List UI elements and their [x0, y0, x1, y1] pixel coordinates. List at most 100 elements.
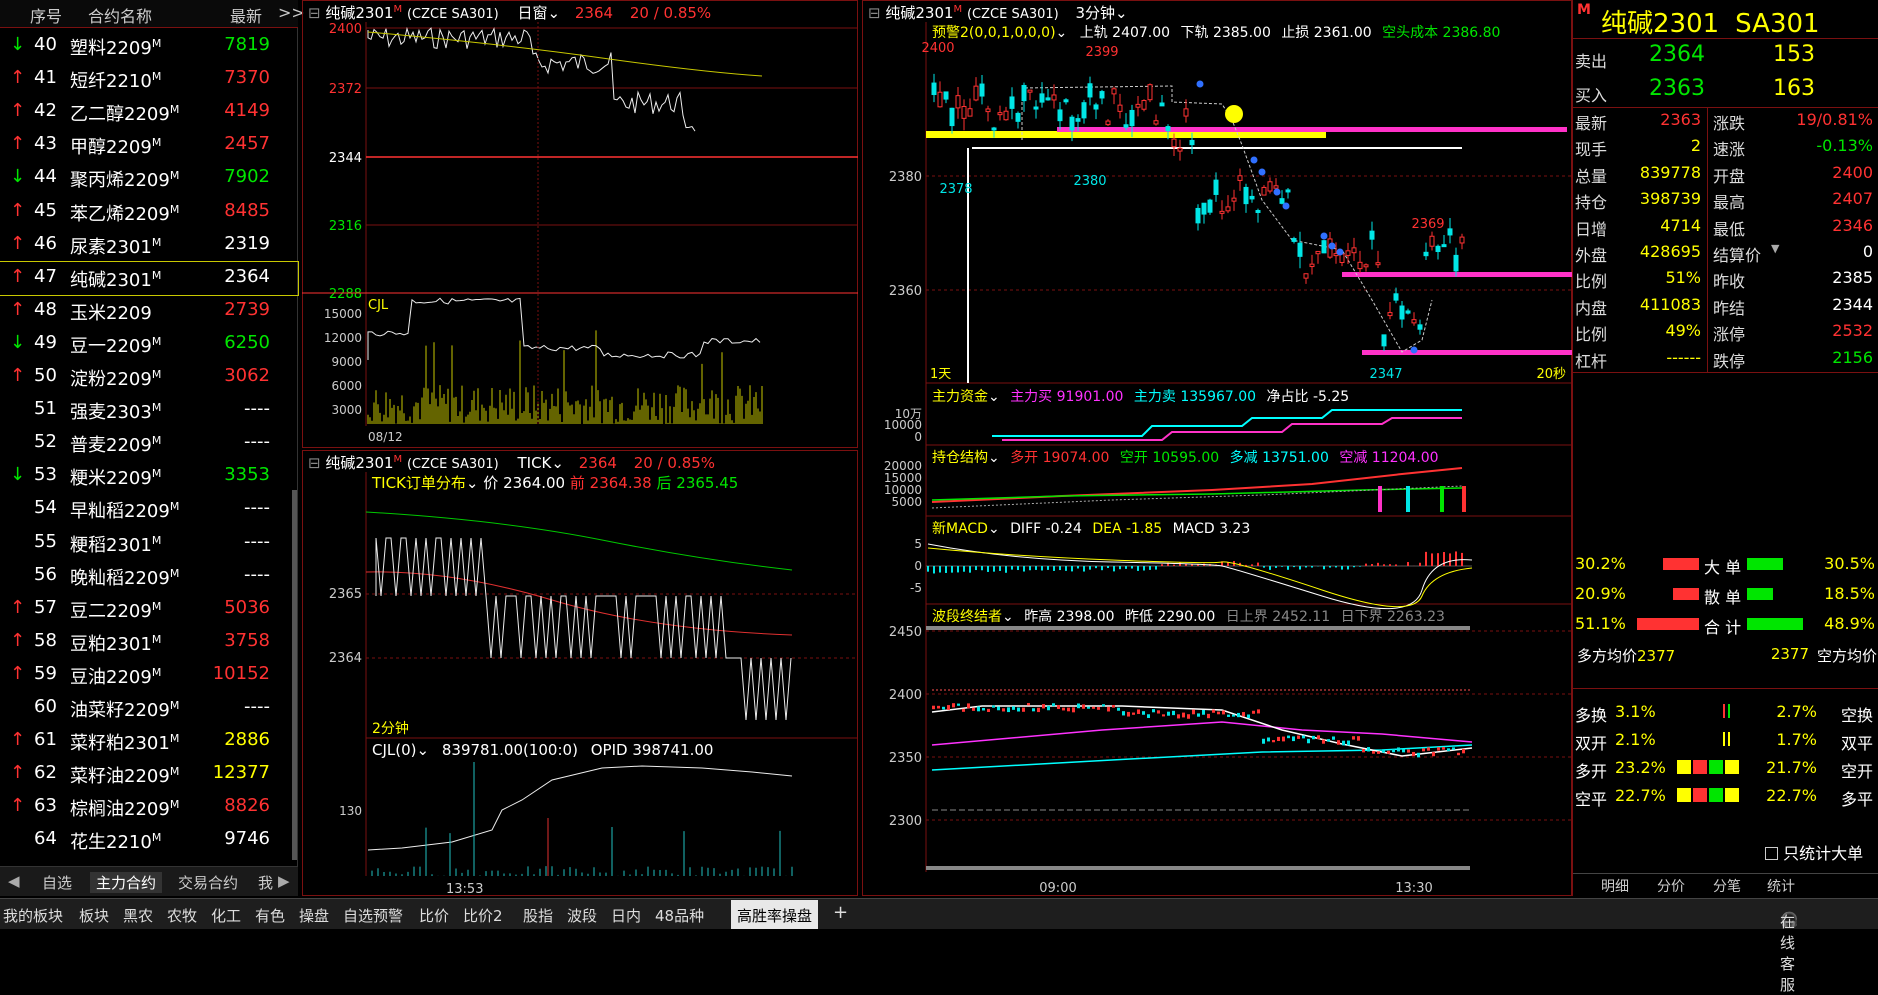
bottom-tab[interactable]: 我的板块 [3, 905, 63, 926]
wave-candle [1332, 736, 1335, 740]
candle [1453, 254, 1459, 272]
list-item[interactable]: ↑ 46 尿素2301M 2319 [0, 229, 298, 262]
candle [1009, 96, 1015, 109]
bottom-tab[interactable]: 股指 [523, 905, 553, 926]
bottom-tab[interactable]: 波段 [567, 905, 597, 926]
candle [1015, 112, 1021, 122]
list-item[interactable]: ↑ 45 苯乙烯2209M 8485 [0, 196, 298, 229]
bottom-tab[interactable]: 有色 [255, 905, 285, 926]
stat-row: 多开 23.2% 21.7% 空开 [1575, 758, 1873, 781]
bottom-tab[interactable]: 操盘 [299, 905, 329, 926]
tab-favorites[interactable]: 自选 [42, 872, 72, 893]
list-item[interactable]: 60 油菜籽2209M ---- [0, 692, 298, 725]
tab-mine[interactable]: 我 [258, 872, 273, 893]
bottom-tab[interactable]: 日内 [611, 905, 641, 926]
candle [1423, 251, 1429, 257]
up-arrow-icon: ↑ [10, 133, 26, 155]
candle [1285, 189, 1291, 193]
fund-select[interactable]: 主力资金 [932, 389, 988, 405]
bottom-tab[interactable]: 农牧 [167, 905, 197, 926]
wave-candle [1032, 708, 1035, 712]
list-item[interactable]: ↑ 57 豆二2209M 5036 [0, 593, 298, 626]
list-item[interactable]: ↑ 41 短纤2210M 7370 [0, 63, 298, 96]
chevron-down-icon[interactable]: ▼ [1771, 242, 1779, 255]
col-no[interactable]: 序号 [30, 3, 62, 27]
candle [1255, 210, 1261, 214]
tab-next-icon[interactable]: ▶ [278, 872, 290, 890]
candle [1267, 181, 1273, 192]
tab-stats[interactable]: 统计 [1767, 876, 1795, 896]
position-select[interactable]: 持仓结构 [932, 450, 988, 466]
tab-main-contracts[interactable]: 主力合约 [90, 872, 163, 893]
list-item[interactable]: 64 花生2210M 9746 [0, 824, 298, 857]
bottom-tab[interactable]: 自选预警 [343, 905, 403, 926]
macd-select[interactable]: 新MACD [932, 521, 988, 537]
day-label: 1天 [930, 367, 951, 382]
wave-candle [1012, 706, 1015, 710]
list-item[interactable]: ↑ 58 豆粕2301M 3758 [0, 626, 298, 659]
bottom-tab[interactable]: 高胜率操盘 [731, 900, 819, 929]
bottom-tab[interactable]: 比价2 [463, 905, 503, 926]
list-item[interactable]: ↑ 50 淀粉2209M 3062 [0, 361, 298, 394]
wave-candle [982, 707, 985, 711]
bottom-tab[interactable]: 比价 [419, 905, 449, 926]
wave-candle [1187, 714, 1190, 719]
list-item[interactable]: ↓ 49 豆一2209M 6250 [0, 328, 298, 361]
wave-candle [972, 707, 975, 711]
candle [1075, 118, 1081, 122]
tab-prev-icon[interactable]: ◀ [8, 872, 20, 890]
expand-button[interactable]: >> [278, 3, 305, 22]
fund-header: 主力资金⌄ 主力买 91901.00 主力卖 135967.00 净占比 -5.… [932, 389, 1350, 405]
signal-dot [1336, 248, 1344, 256]
wave-candle [1057, 705, 1060, 709]
list-item[interactable]: 55 粳稻2301M ---- [0, 527, 298, 560]
cjl-select[interactable]: CJL(0) [372, 741, 417, 759]
list-item[interactable]: ↑ 61 菜籽粕2301M 2886 [0, 725, 298, 758]
list-scrollbar[interactable] [292, 490, 297, 860]
tab-detail[interactable]: 明细 [1601, 876, 1629, 896]
bottom-tab[interactable]: 48品种 [655, 905, 704, 926]
bottom-tab[interactable]: 化工 [211, 905, 241, 926]
bottom-tab[interactable]: 板块 [79, 905, 109, 926]
price-tick: 2344 [329, 151, 362, 166]
wave-select[interactable]: 波段终结者 [932, 609, 1002, 625]
wave-candle [1372, 750, 1375, 754]
candle [1153, 120, 1159, 125]
wave-candle [1437, 747, 1440, 751]
list-item[interactable]: 52 普麦2209M ---- [0, 427, 298, 460]
wave-tick: 2400 [889, 688, 922, 703]
bottom-tab[interactable]: 黑农 [123, 905, 153, 926]
wave-candle [1377, 751, 1380, 754]
quote-row: 比例 49% 涨停 2532 [1575, 321, 1873, 345]
list-item[interactable]: ↓ 53 粳米2209M 3353 [0, 460, 298, 493]
checkbox-icon[interactable] [1765, 847, 1778, 860]
quote-row: 现手 2 速涨 -0.13% [1575, 136, 1873, 160]
list-item[interactable]: ↑ 48 玉米2209 2739 [0, 295, 298, 328]
wave-candle [1392, 748, 1395, 753]
up-arrow-icon: ↑ [10, 729, 26, 751]
list-item[interactable]: 56 晚籼稻2209M ---- [0, 560, 298, 593]
list-item[interactable]: ↑ 42 乙二醇2209M 4149 [0, 96, 298, 129]
tab-price-dist[interactable]: 分价 [1657, 876, 1685, 896]
list-item[interactable]: 54 早籼稻2209M ---- [0, 493, 298, 526]
tab-trade-contracts[interactable]: 交易合约 [178, 872, 238, 893]
up-arrow-icon: ↑ [10, 795, 26, 817]
list-item[interactable]: ↑ 59 豆油2209M 10152 [0, 659, 298, 692]
list-item[interactable]: 51 强麦2303M ---- [0, 394, 298, 427]
add-tab-button[interactable]: + [833, 902, 848, 923]
wave-candle [1062, 707, 1065, 711]
tab-tick[interactable]: 分笔 [1713, 876, 1741, 896]
col-name[interactable]: 合约名称 [88, 3, 152, 27]
only-big-toggle[interactable]: 只统计大单 [1765, 840, 1863, 864]
list-item[interactable]: ↑ 63 棕榈油2209M 8826 [0, 791, 298, 824]
col-price[interactable]: 最新 [230, 3, 262, 27]
wave-candle [1297, 735, 1300, 739]
list-item[interactable]: ↓ 40 塑料2209M 7819 [0, 30, 298, 63]
up-arrow-icon: ↑ [10, 67, 26, 89]
list-item[interactable]: ↑ 62 菜籽油2209M 12377 [0, 758, 298, 791]
list-item[interactable]: ↑ 47 纯碱2301M 2364 [0, 260, 299, 296]
list-item[interactable]: ↓ 44 聚丙烯2209M 7902 [0, 162, 298, 195]
wave-candle [1407, 749, 1410, 753]
list-item[interactable]: ↑ 43 甲醇2209M 2457 [0, 129, 298, 162]
wave-candle [1312, 735, 1315, 740]
